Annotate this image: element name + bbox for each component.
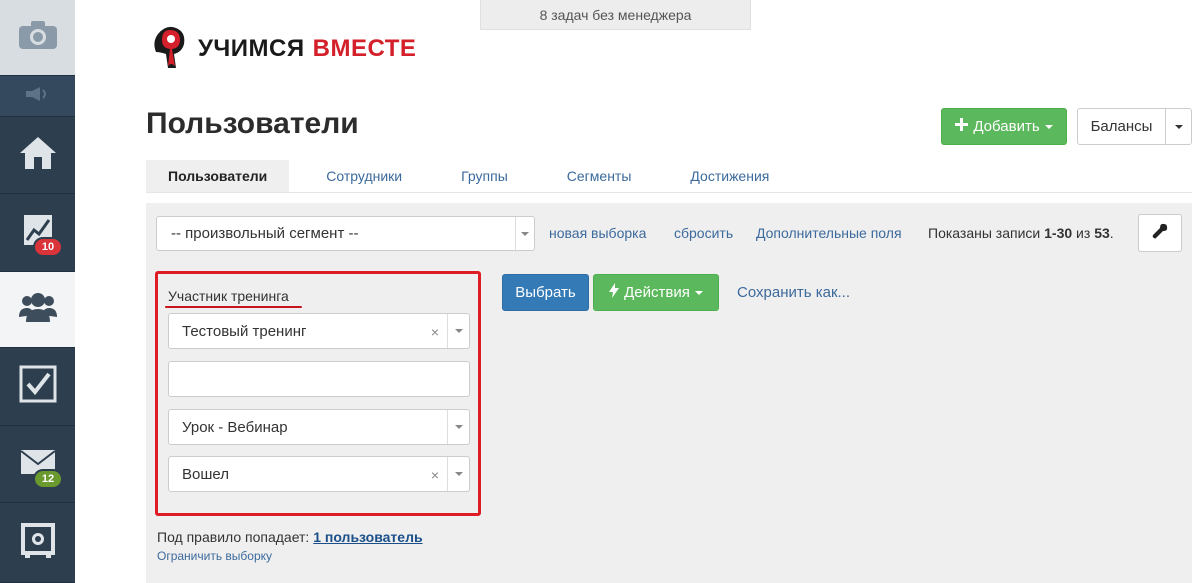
training-select-value: Тестовый тренинг bbox=[182, 322, 307, 340]
rule-result-prefix: Под правило попадает: bbox=[157, 529, 310, 545]
checkbox-icon bbox=[19, 365, 57, 408]
rule-text-input[interactable] bbox=[168, 361, 470, 397]
rule-result-count-link[interactable]: 1 пользователь bbox=[313, 529, 422, 545]
users-icon bbox=[17, 291, 59, 328]
select-button[interactable]: Выбрать bbox=[502, 274, 589, 311]
analytics-badge: 10 bbox=[33, 237, 63, 257]
records-info: Показаны записи 1-30 из 53. bbox=[928, 225, 1114, 241]
unassigned-tasks-banner[interactable]: 8 задач без менеджера bbox=[480, 0, 751, 30]
tab-users[interactable]: Пользователи bbox=[146, 160, 290, 192]
training-select[interactable]: Тестовый тренинг × bbox=[168, 313, 470, 349]
page-title: Пользователи bbox=[146, 107, 359, 140]
chevron-down-icon bbox=[1174, 124, 1183, 129]
close-icon[interactable]: × bbox=[431, 324, 439, 340]
logo-text-dark: УЧИМСЯ bbox=[198, 34, 305, 62]
messages-badge: 12 bbox=[33, 469, 63, 489]
plus-icon bbox=[955, 118, 969, 135]
actions-button-label: Действия bbox=[624, 284, 690, 301]
balances-dropdown-button[interactable] bbox=[1165, 108, 1192, 145]
sidebar-item-tasks[interactable] bbox=[0, 348, 75, 426]
close-icon[interactable]: × bbox=[431, 467, 439, 483]
tab-groups[interactable]: Группы bbox=[402, 160, 508, 192]
sidebar-item-camera[interactable] bbox=[0, 0, 75, 76]
limit-selection-link[interactable]: Ограничить выборку bbox=[157, 549, 272, 563]
sidebar-item-notifications[interactable] bbox=[0, 76, 75, 117]
settings-button[interactable] bbox=[1138, 214, 1182, 252]
add-button-label: Добавить bbox=[973, 118, 1040, 135]
lesson-select-value: Урок - Вебинар bbox=[182, 418, 288, 436]
records-of: из bbox=[1076, 225, 1091, 241]
records-total: 53 bbox=[1094, 225, 1110, 241]
sidebar-item-messages[interactable]: 12 bbox=[0, 426, 75, 503]
chevron-down-icon bbox=[447, 457, 469, 491]
status-select[interactable]: Вошел × bbox=[168, 456, 470, 492]
save-as-link[interactable]: Сохранить как... bbox=[737, 284, 850, 301]
tab-employees[interactable]: Сотрудники bbox=[289, 160, 402, 192]
sidebar: 10 12 bbox=[0, 0, 75, 583]
extra-fields-link[interactable]: Дополнительные поля bbox=[756, 225, 902, 241]
chevron-down-icon bbox=[694, 290, 703, 295]
tabs: Пользователи Сотрудники Группы Сегменты … bbox=[146, 160, 1192, 193]
add-button[interactable]: Добавить bbox=[941, 108, 1067, 145]
home-icon bbox=[18, 135, 58, 176]
rule-title-underline bbox=[165, 306, 302, 308]
speaker-icon bbox=[24, 86, 52, 107]
chevron-down-icon bbox=[515, 217, 534, 250]
tab-achievements[interactable]: Достижения bbox=[631, 160, 769, 192]
segment-select[interactable]: -- произвольный сегмент -- bbox=[156, 216, 535, 251]
lightning-icon bbox=[609, 283, 620, 302]
records-suffix: . bbox=[1109, 225, 1114, 241]
sidebar-item-home[interactable] bbox=[0, 117, 75, 194]
sidebar-item-safe[interactable] bbox=[0, 503, 75, 583]
records-prefix: Показаны записи bbox=[928, 225, 1041, 241]
logo-text-red: ВМЕСТЕ bbox=[312, 34, 417, 62]
new-selection-link[interactable]: новая выборка bbox=[549, 225, 646, 241]
records-range: 1-30 bbox=[1044, 225, 1073, 241]
chevron-down-icon bbox=[447, 410, 469, 444]
chevron-down-icon bbox=[447, 314, 469, 348]
actions-button[interactable]: Действия bbox=[593, 274, 719, 311]
camera-icon bbox=[18, 20, 58, 55]
balances-button[interactable]: Балансы bbox=[1077, 108, 1166, 145]
segment-select-value: -- произвольный сегмент -- bbox=[171, 225, 359, 242]
sidebar-item-analytics[interactable]: 10 bbox=[0, 194, 75, 272]
safe-icon bbox=[19, 521, 57, 564]
chevron-down-icon bbox=[1044, 124, 1053, 129]
status-select-value: Вошел bbox=[182, 465, 229, 483]
reset-link[interactable]: сбросить bbox=[674, 225, 733, 241]
rule-title-link[interactable]: Участник тренинга bbox=[168, 288, 289, 304]
tab-segments[interactable]: Сегменты bbox=[508, 160, 632, 192]
rule-result: Под правило попадает: 1 пользователь bbox=[157, 529, 423, 545]
lesson-select[interactable]: Урок - Вебинар bbox=[168, 409, 470, 445]
sidebar-item-users[interactable] bbox=[0, 272, 75, 348]
logo[interactable]: УЧИМСЯ ВМЕСТЕ bbox=[152, 22, 416, 75]
wrench-icon bbox=[1152, 223, 1168, 244]
logo-icon bbox=[152, 22, 190, 75]
